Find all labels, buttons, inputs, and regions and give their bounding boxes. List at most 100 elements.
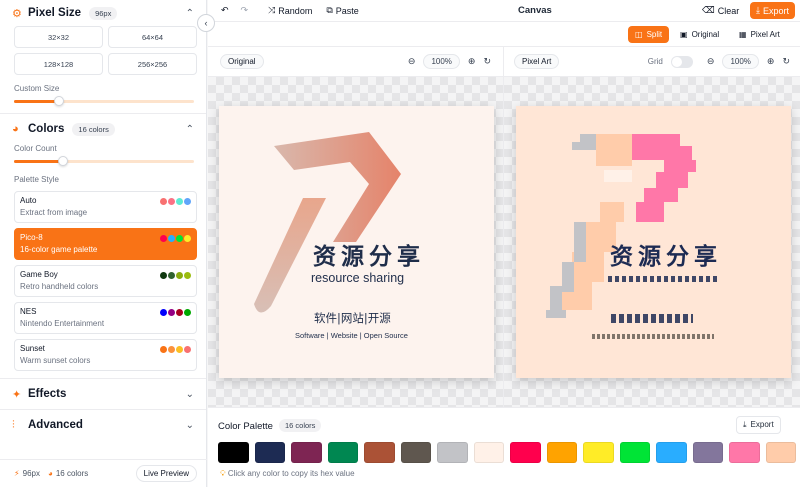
- status-bar: ⚡ 96px ◕ 16 colors Live Preview: [0, 459, 207, 487]
- status-colors: 16 colors: [55, 469, 89, 478]
- grid-toggle[interactable]: [670, 55, 693, 68]
- pixel-art-view-button[interactable]: ▦ Pixel Art: [739, 26, 780, 43]
- color-swatch[interactable]: [546, 442, 577, 463]
- chevron-up-icon[interactable]: ⌃: [186, 124, 194, 135]
- chevron-down-icon[interactable]: ⌄: [186, 389, 194, 400]
- color-swatch[interactable]: [729, 442, 760, 463]
- size-128-button[interactable]: 128×128: [14, 53, 103, 75]
- color-swatch[interactable]: [510, 442, 541, 463]
- paste-button[interactable]: ⧉ Paste: [326, 5, 358, 16]
- pixel-canvas[interactable]: 资源分享: [504, 77, 800, 407]
- card-links-cn: 软件|网站|开源: [314, 311, 391, 325]
- size-256-button[interactable]: 256×256: [108, 53, 197, 75]
- palette-option-sunset[interactable]: Sunset Warm sunset colors: [14, 339, 197, 371]
- palette-color-dot: [176, 235, 183, 242]
- chevron-down-icon[interactable]: ⌄: [186, 420, 194, 431]
- color-swatch[interactable]: [619, 442, 650, 463]
- live-preview-button[interactable]: Live Preview: [135, 465, 197, 482]
- palette-dots: [160, 235, 191, 242]
- redo-icon: ↷: [240, 5, 249, 15]
- palette-desc: Nintendo Entertainment: [20, 319, 105, 328]
- color-swatch[interactable]: [364, 442, 395, 463]
- color-swatch[interactable]: [765, 442, 796, 463]
- split-view-button[interactable]: ◫ Split: [628, 26, 670, 43]
- slider-knob[interactable]: [57, 156, 68, 166]
- slider-knob[interactable]: [54, 96, 64, 106]
- card-title-cn: 资源分享: [313, 244, 425, 270]
- color-count-label: Color Count: [14, 144, 57, 153]
- status-size: 96px: [22, 469, 40, 478]
- chevron-up-icon[interactable]: ⌃: [186, 8, 194, 19]
- slider-fill: [14, 160, 63, 163]
- palette-desc: 16-color game palette: [20, 245, 98, 254]
- color-swatch[interactable]: [291, 442, 322, 463]
- toggle-knob: [671, 56, 682, 67]
- color-swatch[interactable]: [473, 442, 504, 463]
- size-64-button[interactable]: 64×64: [108, 26, 197, 48]
- color-swatch[interactable]: [692, 442, 723, 463]
- original-canvas[interactable]: 资源分享 resource sharing 软件|网站|开源 Software …: [208, 77, 504, 407]
- card-subtitle: resource sharing: [311, 271, 405, 285]
- color-count-slider[interactable]: [14, 156, 194, 166]
- color-swatch[interactable]: [656, 442, 687, 463]
- toolbar: ↶ ↷ ⤨ Random ⧉ Paste Canvas ⌫ Clear ⤓ Export: [208, 0, 800, 22]
- palette-color-dot: [184, 346, 191, 353]
- palette-export-label: Export: [750, 420, 774, 429]
- zoom-in-icon[interactable]: ⊕: [767, 56, 775, 67]
- redo-button[interactable]: ↷: [241, 5, 249, 16]
- size-presets: 32×32 64×64 128×128 256×256: [0, 26, 206, 75]
- original-view-button[interactable]: ▣ Original: [680, 26, 719, 43]
- reset-icon[interactable]: ↻: [782, 56, 790, 67]
- clear-button[interactable]: ⌫ Clear: [702, 5, 739, 16]
- color-swatch[interactable]: [437, 442, 468, 463]
- pixel-size-header[interactable]: ⚙ Pixel Size 96px ⌃: [0, 0, 206, 26]
- random-button[interactable]: ⤨ Random: [268, 5, 312, 16]
- palette-hint: 💡︎ Click any color to copy its hex value: [220, 469, 355, 479]
- card-links-en: Software | Website | Open Source: [295, 331, 408, 340]
- palette-color-dot: [184, 235, 191, 242]
- palette-color-dot: [160, 272, 167, 279]
- wand-icon: ✦: [12, 388, 22, 401]
- palette-option-gameboy[interactable]: Game Boy Retro handheld colors: [14, 265, 197, 297]
- palette-dots: [160, 346, 191, 353]
- colors-badge: 16 colors: [72, 122, 115, 136]
- export-button[interactable]: ⤓ Export: [750, 2, 795, 19]
- split-icon: ◫: [635, 30, 643, 39]
- color-swatch[interactable]: [400, 442, 431, 463]
- palette-option-auto[interactable]: Auto Extract from image: [14, 191, 197, 223]
- undo-button[interactable]: ↶: [221, 5, 229, 16]
- zap-icon: ⚡: [14, 469, 20, 478]
- pixel-zoom-controls: ⊖ 100% ⊕ ↻: [707, 54, 790, 69]
- paste-label: Paste: [335, 5, 359, 16]
- collapse-sidebar-button[interactable]: ‹: [197, 14, 215, 32]
- palette-export-button[interactable]: ⤓ Export: [736, 416, 781, 434]
- zoom-out-icon[interactable]: ⊖: [408, 56, 416, 67]
- size-32-button[interactable]: 32×32: [14, 26, 103, 48]
- palette-dots: [160, 272, 191, 279]
- advanced-title: Advanced: [28, 419, 83, 431]
- zoom-in-icon[interactable]: ⊕: [468, 56, 476, 67]
- reset-icon[interactable]: ↻: [483, 56, 491, 67]
- zoom-out-icon[interactable]: ⊖: [707, 56, 715, 67]
- color-swatch[interactable]: [218, 442, 249, 463]
- custom-size-slider[interactable]: [14, 96, 194, 106]
- color-swatch[interactable]: [583, 442, 614, 463]
- divider: [0, 113, 206, 114]
- effects-header[interactable]: ✦ Effects ⌄: [0, 379, 206, 409]
- pixel-size-icon: ⚙: [12, 7, 22, 20]
- palette-option-nes[interactable]: NES Nintendo Entertainment: [14, 302, 197, 334]
- color-swatch[interactable]: [327, 442, 358, 463]
- color-swatch[interactable]: [254, 442, 285, 463]
- palette-style-label: Palette Style: [14, 175, 59, 184]
- advanced-header[interactable]: ⫶ Advanced ⌄: [0, 410, 206, 440]
- palette-color-dot: [176, 309, 183, 316]
- palette-option-pico8[interactable]: Pico-8 16-color game palette: [14, 228, 197, 260]
- custom-size-label: Custom Size: [14, 84, 60, 93]
- palette-color-dot: [160, 235, 167, 242]
- palette-color-dot: [160, 309, 167, 316]
- color-palette-panel: Color Palette 16 colors ⤓ Export 💡︎ Click…: [208, 407, 800, 487]
- view-mode-bar: ◫ Split ▣ Original ▦ Pixel Art: [208, 22, 800, 47]
- slider-fill: [14, 100, 59, 103]
- colors-header[interactable]: ◕ Colors 16 colors ⌃: [0, 116, 206, 142]
- undo-icon: ↶: [221, 5, 229, 15]
